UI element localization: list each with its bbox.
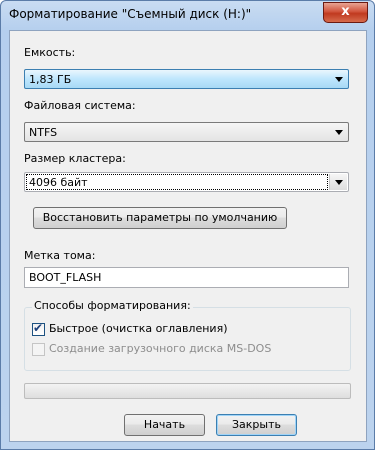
volume-label-label: Метка тома: [24, 249, 96, 262]
volume-label-value: BOOT_FLASH [29, 271, 102, 284]
quick-format-label: Быстрое (очистка оглавления) [49, 322, 228, 335]
format-progress-bar [24, 383, 351, 399]
format-options-title: Способы форматирования: [32, 299, 193, 312]
msdos-boot-label: Создание загрузочного диска MS-DOS [49, 342, 272, 355]
filesystem-select[interactable]: NTFS [24, 122, 349, 142]
cluster-size-label: Размер кластера: [24, 152, 126, 165]
format-options-group [24, 307, 351, 371]
cluster-size-select[interactable]: 4096 байт [24, 172, 349, 192]
cluster-size-value: 4096 байт [29, 176, 88, 189]
close-button[interactable]: Закрыть [216, 414, 297, 436]
msdos-boot-checkbox [32, 343, 45, 356]
chevron-down-icon [335, 130, 343, 135]
filesystem-value: NTFS [29, 126, 58, 139]
restore-defaults-button[interactable]: Восстановить параметры по умолчанию [33, 207, 287, 229]
volume-label-input[interactable]: BOOT_FLASH [24, 267, 349, 288]
window-title: Форматирование "Съемный диск (H:)" [9, 7, 252, 21]
start-button[interactable]: Начать [124, 414, 205, 436]
chevron-down-icon [335, 180, 343, 185]
dialog-body: Емкость: 1,83 ГБ Файловая система: NTFS … [9, 30, 367, 442]
capacity-select[interactable]: 1,83 ГБ [24, 69, 349, 89]
close-window-button[interactable]: x [323, 2, 368, 23]
format-dialog-window: Форматирование "Съемный диск (H:)" x Емк… [0, 0, 375, 450]
capacity-label: Емкость: [24, 46, 76, 59]
filesystem-label: Файловая система: [24, 99, 136, 112]
chevron-down-icon [335, 77, 343, 82]
checkmark-icon: ✔ [33, 321, 44, 335]
capacity-value: 1,83 ГБ [29, 73, 72, 86]
title-bar[interactable]: Форматирование "Съемный диск (H:)" x [1, 1, 374, 29]
quick-format-checkbox[interactable]: ✔ [32, 321, 45, 336]
